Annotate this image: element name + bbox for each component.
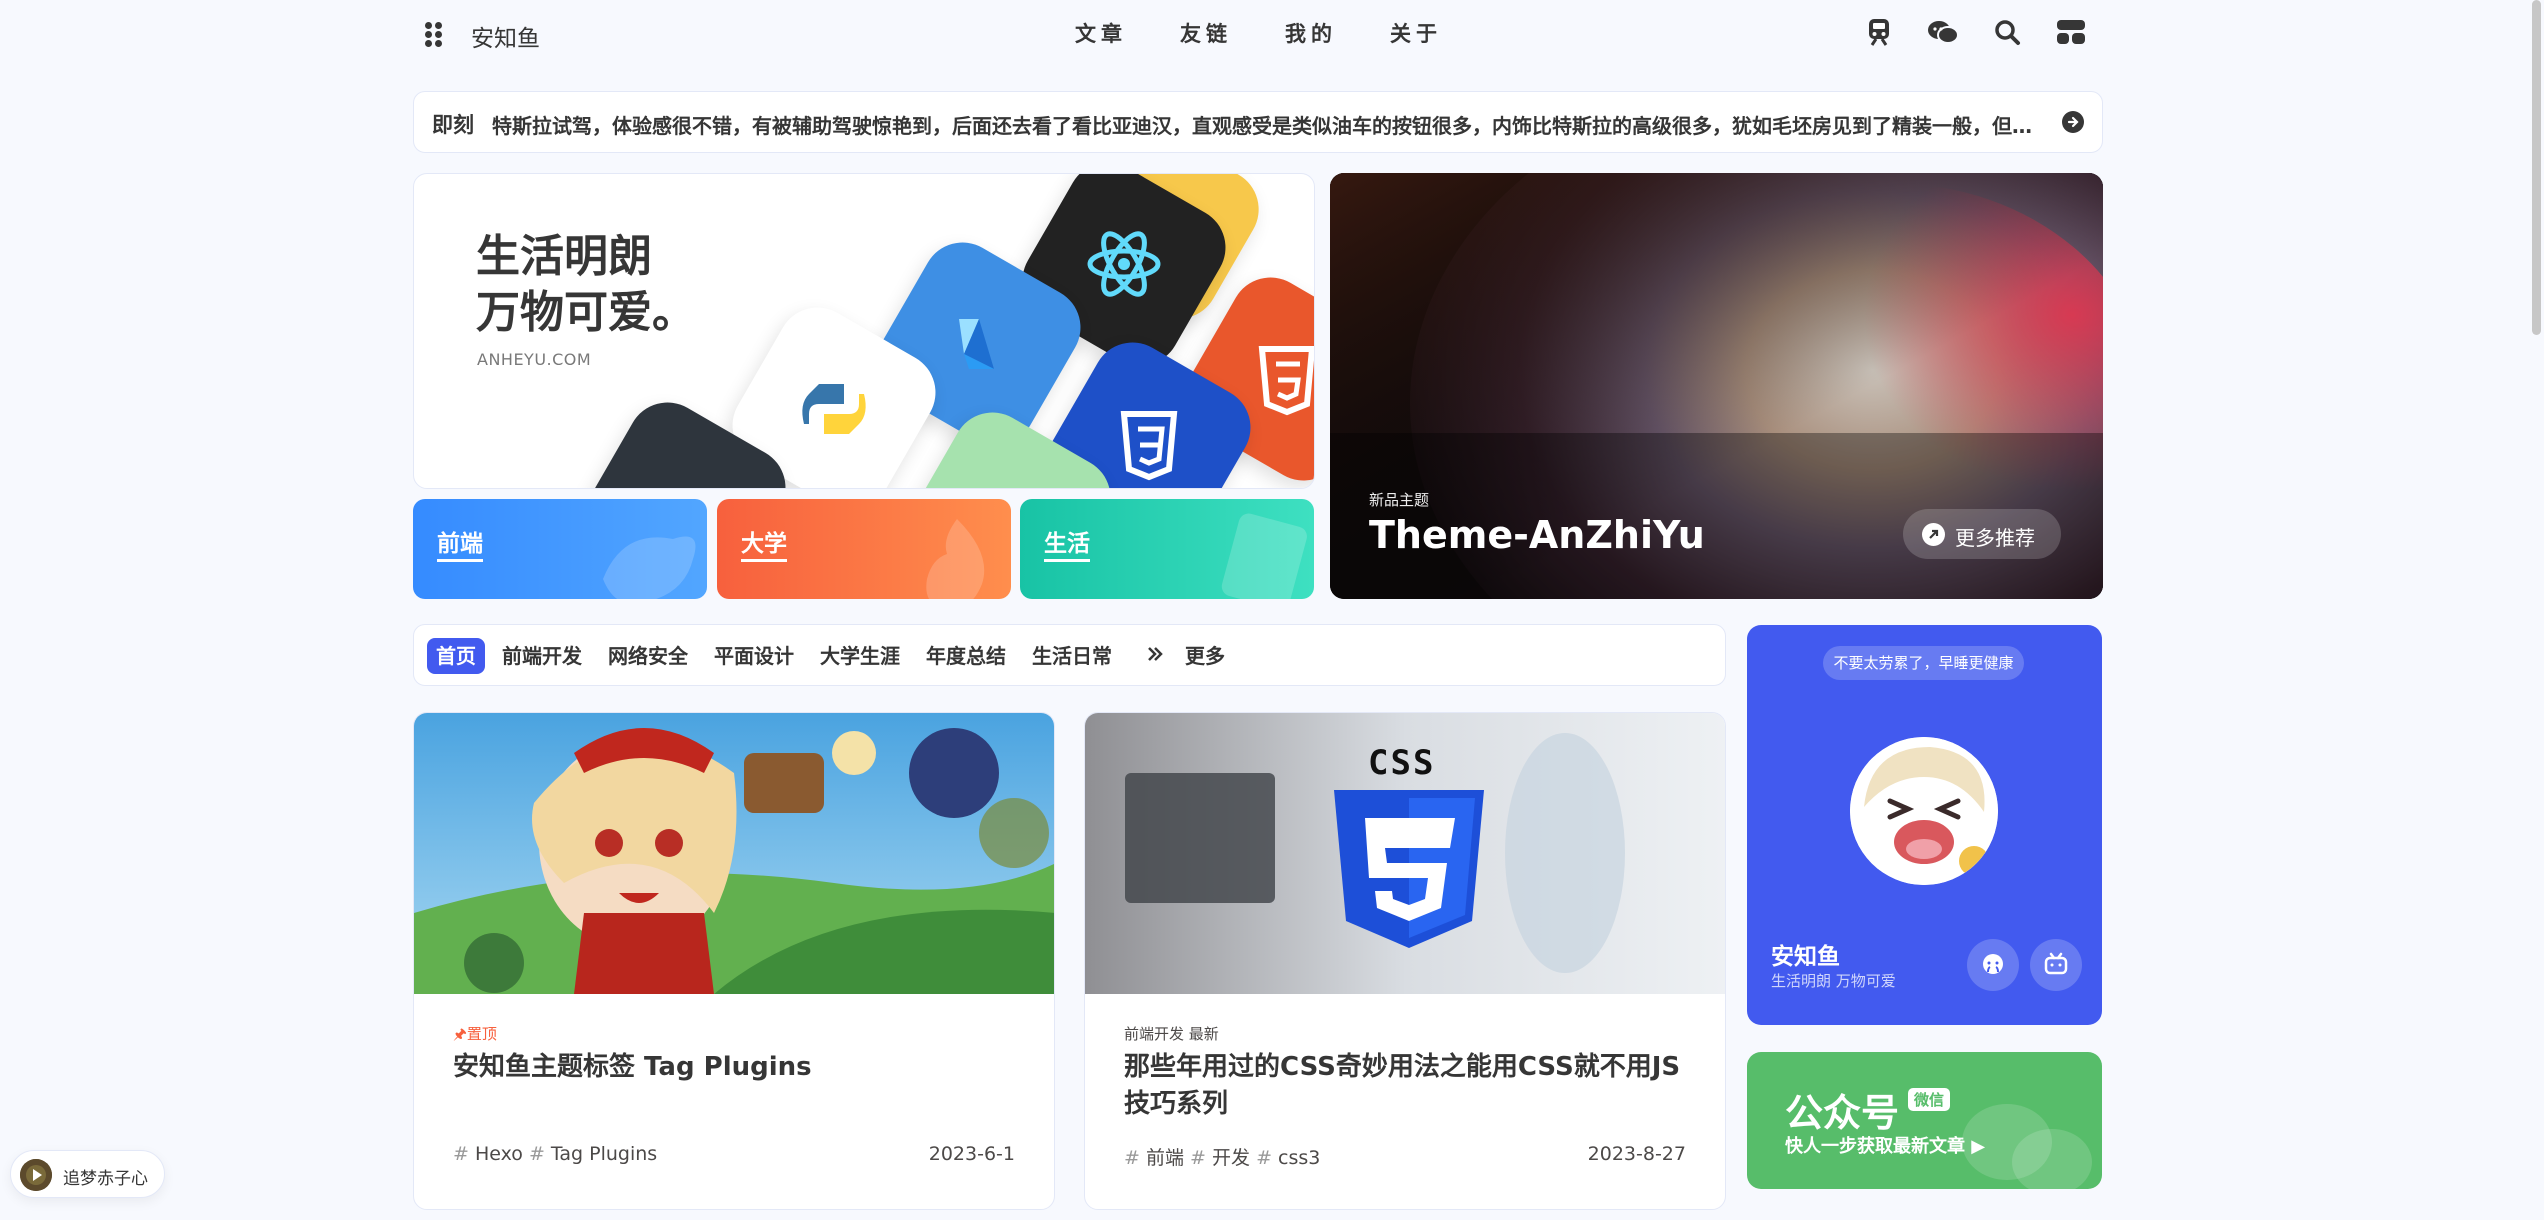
arrow-right-icon[interactable] (2062, 111, 2084, 133)
css-logo-text: CSS (1368, 743, 1436, 783)
tab-design[interactable]: 平面设计 (705, 638, 803, 674)
play-icon[interactable] (20, 1159, 52, 1191)
hero-subtitle: ANHEYU.COM (477, 350, 592, 369)
fire-icon (926, 519, 985, 599)
author-tip: 不要太劳累了，早睡更健康 (1823, 646, 2024, 680)
nav-icons (1847, 18, 2103, 50)
wechat-badge: 微信 (1908, 1088, 1951, 1111)
menu-item-mine[interactable]: 我的 (1285, 18, 1390, 48)
top-nav: 安知鱼 文章 友链 我的 关于 (413, 0, 2103, 68)
chat-icon[interactable] (1911, 18, 1975, 50)
post-date: 2023-8-27 (1587, 1143, 1686, 1165)
post-tag[interactable]: Tag Plugins (551, 1143, 657, 1165)
featured-small-label: 新品主题 (1369, 491, 1430, 509)
post-card[interactable]: 🖈置顶 安知鱼主题标签 Tag Plugins # Hexo # Tag Plu… (413, 712, 1055, 1210)
avatar[interactable] (1850, 737, 1998, 885)
site-name[interactable]: 安知鱼 (471, 19, 540, 53)
post-title[interactable]: 那些年用过的CSS奇妙用法之能用CSS就不用JS技巧系列 (1124, 1049, 1694, 1123)
tab-frontend[interactable]: 前端开发 (493, 638, 591, 674)
github-icon[interactable] (1967, 939, 2019, 991)
more-recommend-button[interactable]: 更多推荐 (1903, 509, 2061, 559)
post-cover-image (414, 713, 1054, 994)
bilibili-icon[interactable] (2030, 939, 2082, 991)
more-recommend-label: 更多推荐 (1955, 526, 2035, 550)
bird-icon (603, 536, 696, 599)
featured-title[interactable]: Theme-AnZhiYu (1369, 513, 1705, 557)
page: 安知鱼 文章 友链 我的 关于 即刻 特斯拉试驾，体验感很不错，有被辅助驾驶惊艳… (0, 0, 2544, 1220)
tab-university[interactable]: 大学生涯 (811, 638, 909, 674)
wechat-card[interactable]: 公众号 微信 快人一步获取最新文章 ▶ (1747, 1052, 2102, 1189)
hash-icon: # (1190, 1147, 1212, 1169)
category-frontend-label: 前端 (437, 529, 483, 562)
post-meta: 前端开发 最新 (1124, 1025, 1219, 1043)
post-tag[interactable]: css3 (1278, 1147, 1320, 1169)
announcement-bar[interactable]: 即刻 特斯拉试驾，体验感很不错，有被辅助驾驶惊艳到，后面还去看了看比亚迪汉，直观… (413, 91, 2103, 153)
console-icon[interactable] (2039, 18, 2103, 50)
main-menu: 文章 友链 我的 关于 (1075, 18, 1495, 48)
arrow-up-right-icon (1922, 523, 1945, 546)
category-frontend-button[interactable]: 前端 (413, 499, 707, 599)
tab-more[interactable]: 更多 (1176, 638, 1234, 674)
category-university-button[interactable]: 大学 (717, 499, 1011, 599)
announcement-tag: 即刻 (432, 113, 474, 137)
train-icon[interactable] (1847, 18, 1911, 50)
hero-title-line2: 万物可爱。 (476, 287, 696, 338)
music-player[interactable]: 追梦赤子心 (10, 1150, 165, 1198)
tab-annual[interactable]: 年度总结 (917, 638, 1015, 674)
post-title[interactable]: 安知鱼主题标签 Tag Plugins (453, 1049, 1023, 1086)
menu-item-articles[interactable]: 文章 (1075, 18, 1180, 48)
tab-security[interactable]: 网络安全 (599, 638, 697, 674)
music-title: 追梦赤子心 (63, 1169, 148, 1189)
post-date: 2023-6-1 (928, 1143, 1015, 1165)
hero-title-line1: 生活明朗 (476, 231, 652, 282)
author-name[interactable]: 安知鱼 (1771, 937, 1840, 971)
pin-icon: 🖈 (453, 1025, 467, 1043)
tab-home[interactable]: 首页 (427, 638, 485, 674)
post-tags: # 前端 # 开发 # css3 (1124, 1143, 1320, 1170)
hash-icon: # (453, 1143, 475, 1165)
author-desc: 生活明朗 万物可爱 (1771, 972, 1896, 990)
hash-icon: # (1256, 1147, 1279, 1169)
post-tags: # Hexo # Tag Plugins (453, 1143, 657, 1165)
hero-title: 生活明朗 万物可爱。 (476, 229, 696, 341)
hero-banner[interactable]: 生活明朗 万物可爱。 ANHEYU.COM (413, 173, 1315, 489)
wechat-title: 公众号 (1785, 1091, 1900, 1135)
hash-icon: # (1124, 1147, 1146, 1169)
category-life-label: 生活 (1044, 529, 1090, 562)
search-icon[interactable] (1975, 18, 2039, 50)
document-icon (1221, 513, 1307, 599)
post-tag[interactable]: 前端 (1146, 1147, 1184, 1169)
post-tag[interactable]: 开发 (1212, 1147, 1250, 1169)
announcement-text[interactable]: 特斯拉试驾，体验感很不错，有被辅助驾驶惊艳到，后面还去看了看比亚迪汉，直观感受是… (492, 110, 2037, 139)
author-card: 不要太劳累了，早睡更健康 安知鱼 生活明朗 万物可爱 (1747, 625, 2102, 1025)
wechat-subtitle: 快人一步获取最新文章 ▶ (1785, 1136, 1986, 1157)
category-tabs: 首页 前端开发 网络安全 平面设计 大学生涯 年度总结 生活日常 更多 (413, 624, 1726, 686)
category-life-button[interactable]: 生活 (1020, 499, 1314, 599)
hash-icon: # (528, 1143, 551, 1165)
menu-item-about[interactable]: 关于 (1390, 18, 1495, 48)
menu-item-friends[interactable]: 友链 (1180, 18, 1285, 48)
featured-theme-card[interactable]: 新品主题 Theme-AnZhiYu 更多推荐 (1330, 173, 2103, 599)
double-chevron-right-icon[interactable] (1145, 644, 1165, 668)
post-pinned-label: 🖈置顶 (453, 1023, 497, 1049)
post-meta: 置顶 (466, 1025, 497, 1043)
scrollbar[interactable] (2532, 0, 2541, 335)
post-card[interactable]: CSS 前端开发 最新 那些年用过的CSS奇妙用法之能用CSS就不用JS技巧系列… (1084, 712, 1726, 1210)
menu-grid-icon[interactable] (425, 22, 443, 47)
post-tag[interactable]: Hexo (475, 1143, 523, 1165)
category-university-label: 大学 (741, 529, 787, 562)
tab-daily[interactable]: 生活日常 (1023, 638, 1121, 674)
